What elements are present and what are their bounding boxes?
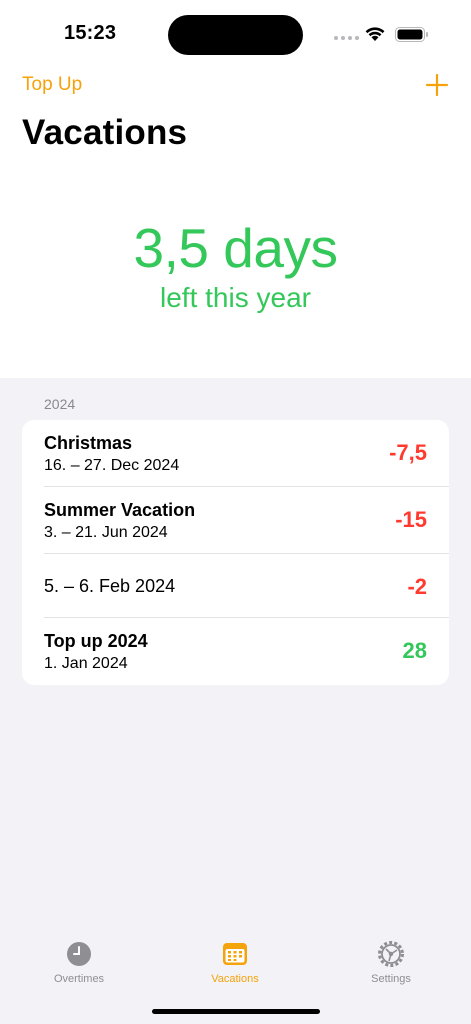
- page-title: Vacations: [22, 113, 188, 152]
- entry-title: Top up 2024: [44, 631, 148, 651]
- list-item[interactable]: Top up 2024 1. Jan 2024 28: [22, 618, 449, 685]
- navigation-bar: Top Up: [0, 70, 471, 110]
- cellular-signal-icon: [334, 36, 359, 40]
- entry-value: -15: [395, 507, 427, 532]
- entry-date: 1. Jan 2024: [44, 655, 128, 672]
- entry-date: 5. – 6. Feb 2024: [44, 576, 176, 596]
- calendar-icon: [223, 943, 247, 965]
- entry-title: Christmas: [44, 433, 133, 453]
- list-item[interactable]: Christmas 16. – 27. Dec 2024 -7,5: [22, 420, 449, 487]
- days-left-value: 3,5 days: [133, 217, 338, 279]
- vacation-summary: 3,5 days left this year: [0, 215, 471, 315]
- entry-date: 16. – 27. Dec 2024: [44, 457, 180, 474]
- tab-label: Overtimes: [53, 973, 105, 985]
- tab-overtimes[interactable]: Overtimes: [19, 940, 139, 985]
- list-item[interactable]: Summer Vacation 3. – 21. Jun 2024 -15: [22, 487, 449, 554]
- entry-date: 3. – 21. Jun 2024: [44, 524, 168, 541]
- tab-vacations[interactable]: Vacations: [175, 940, 295, 985]
- section-year-header: 2024: [44, 396, 76, 412]
- list-item[interactable]: 5. – 6. Feb 2024 -2: [22, 554, 449, 618]
- gear-icon: [378, 941, 404, 967]
- battery-icon: [395, 27, 428, 42]
- status-time: 15:23: [64, 22, 117, 44]
- tab-label: Settings: [371, 973, 411, 985]
- clock-icon: [67, 942, 91, 966]
- wifi-icon: [365, 27, 385, 41]
- entry-value: -2: [407, 574, 427, 599]
- entry-title: Summer Vacation: [44, 500, 196, 520]
- entry-value: -7,5: [389, 440, 427, 465]
- plus-icon[interactable]: [424, 72, 450, 98]
- entry-value: 28: [402, 638, 427, 663]
- vacation-list: Christmas 16. – 27. Dec 2024 -7,5 Summer…: [22, 420, 449, 685]
- days-left-caption: left this year: [160, 282, 311, 313]
- status-bar: 15:23: [0, 0, 471, 70]
- tab-settings[interactable]: Settings: [331, 940, 451, 985]
- tab-label: Vacations: [211, 973, 259, 985]
- dynamic-island: [168, 15, 303, 55]
- header-area: 15:23 Top Up Vacations 3,5 days left thi…: [0, 0, 471, 378]
- top-up-button[interactable]: Top Up: [22, 74, 82, 96]
- home-indicator[interactable]: [152, 1009, 320, 1014]
